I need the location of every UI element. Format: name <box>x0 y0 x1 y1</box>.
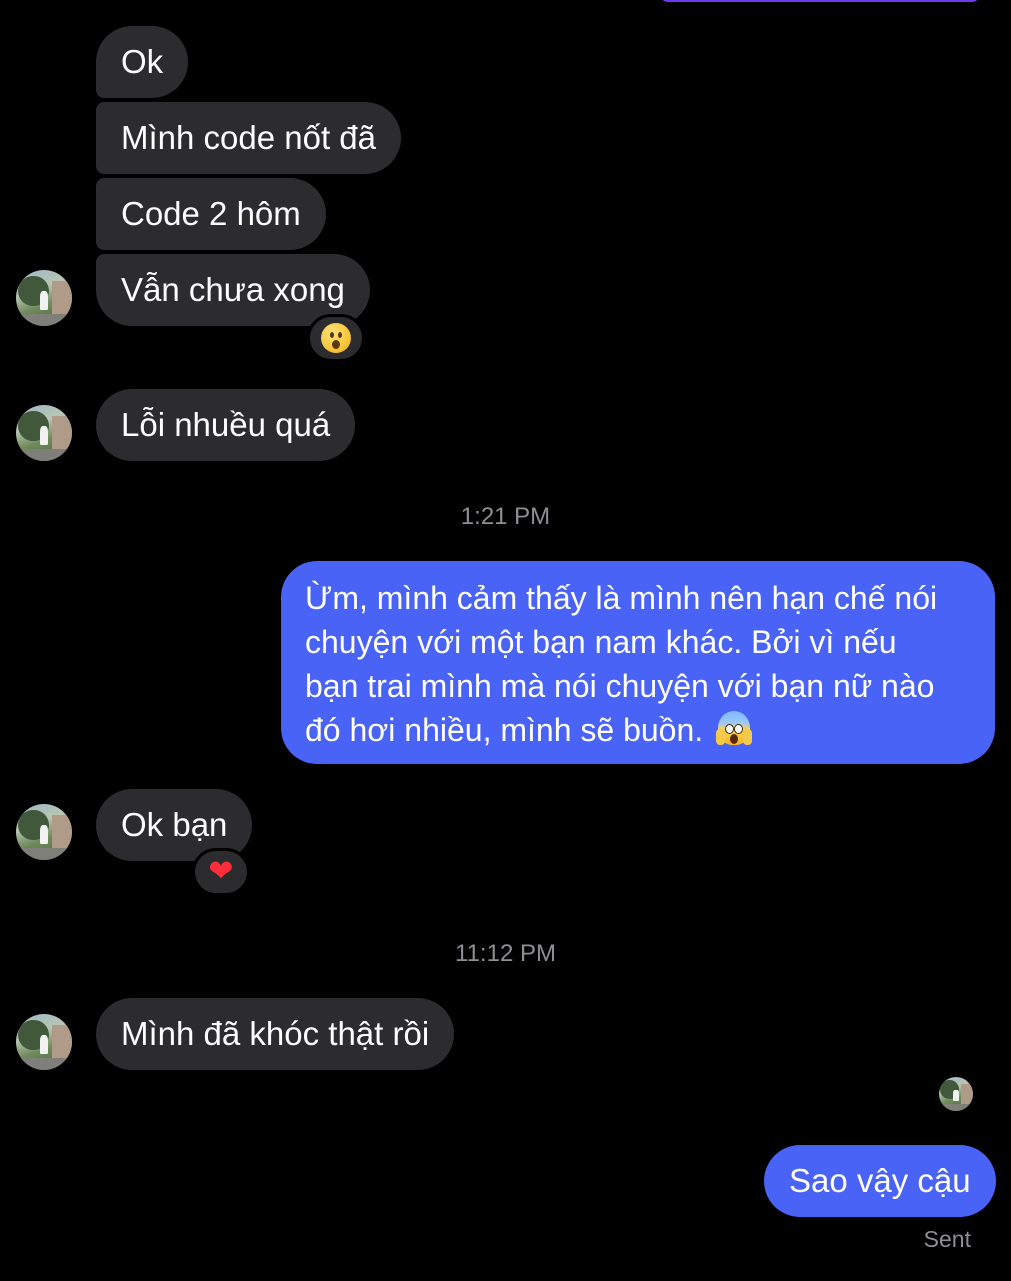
message-line-text: đó hơi nhiều, mình sẽ buồn. <box>305 712 704 748</box>
outgoing-message[interactable]: Ừm, mình cảm thấy là mình nên hạn chế nó… <box>281 561 995 764</box>
message-text: Ok <box>121 43 164 80</box>
message-text: Sao vậy cậu <box>789 1162 971 1199</box>
message-text: Vẫn chưa xong <box>121 271 345 308</box>
message-line: đó hơi nhiều, mình sẽ buồn. <box>305 708 971 752</box>
read-receipt-avatar <box>939 1077 973 1111</box>
incoming-message[interactable]: Code 2 hôm <box>96 178 326 250</box>
message-text: Mình code nốt đã <box>121 119 377 156</box>
face-screaming-in-fear-icon <box>716 711 753 747</box>
message-reaction[interactable]: ❤ <box>192 848 250 896</box>
incoming-message[interactable]: Mình đã khóc thật rồi <box>96 998 455 1070</box>
incoming-message[interactable]: Lỗi nhuều quá <box>96 389 356 461</box>
red-heart-icon: ❤ <box>208 854 234 889</box>
incoming-message[interactable]: Mình code nốt đã <box>96 102 402 174</box>
wow-face-icon <box>321 323 351 353</box>
message-status: Sent <box>923 1226 971 1252</box>
message-line: bạn trai mình mà nói chuyện với bạn nữ n… <box>305 668 935 704</box>
contact-avatar[interactable] <box>16 405 72 461</box>
incoming-message[interactable]: Ok <box>96 26 189 98</box>
message-reaction[interactable] <box>307 314 365 362</box>
message-text: Lỗi nhuều quá <box>121 406 331 443</box>
message-text: Ok bạn <box>121 806 228 843</box>
message-line: chuyện với một bạn nam khác. Bởi vì nếu <box>305 624 897 660</box>
previous-message-edge <box>660 0 980 2</box>
message-text: Mình đã khóc thật rồi <box>121 1015 430 1052</box>
contact-avatar[interactable] <box>16 804 72 860</box>
timestamp-divider: 11:12 PM <box>455 940 556 967</box>
contact-avatar[interactable] <box>16 270 72 326</box>
outgoing-message[interactable]: Sao vậy cậu <box>764 1145 996 1217</box>
message-line: Ừm, mình cảm thấy là mình nên hạn chế nó… <box>305 580 938 616</box>
message-text: Code 2 hôm <box>121 195 301 232</box>
contact-avatar[interactable] <box>16 1014 72 1070</box>
timestamp-divider: 1:21 PM <box>460 503 551 530</box>
